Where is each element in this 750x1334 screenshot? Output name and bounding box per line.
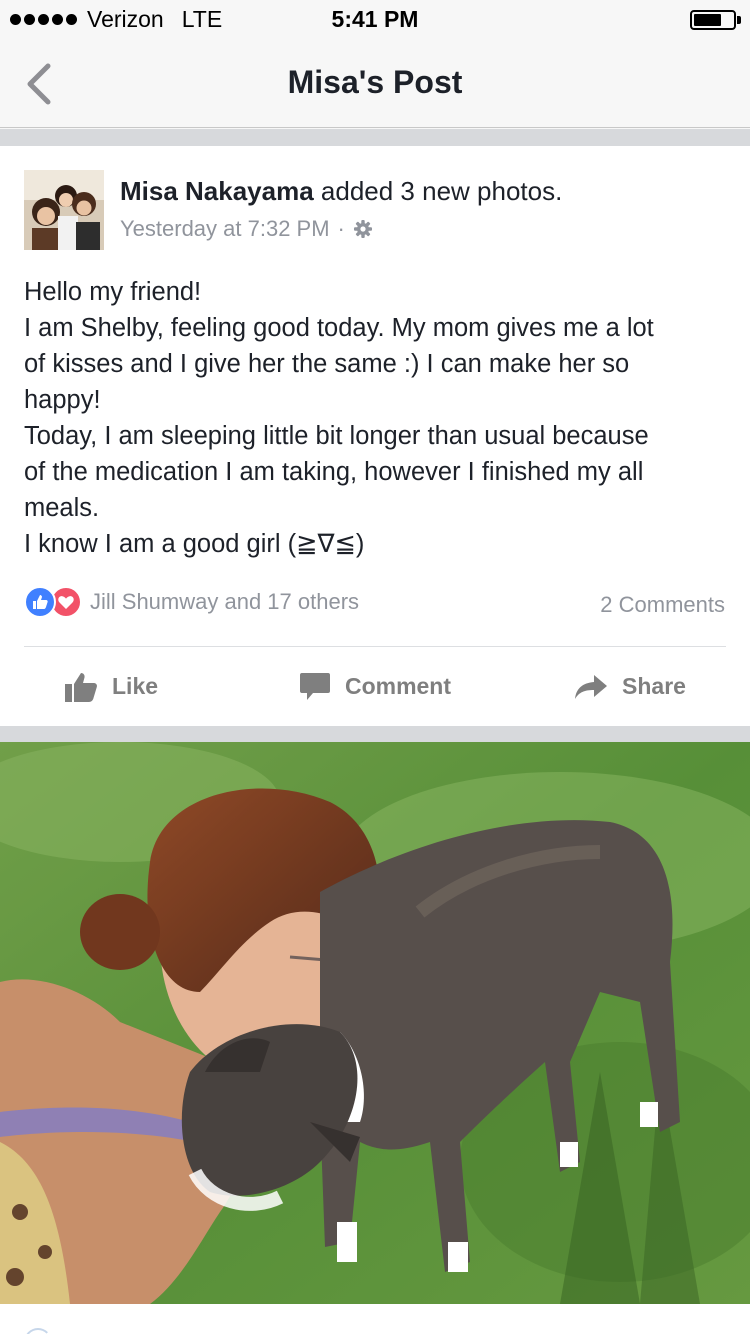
reactions-summary[interactable]: Jill Shumway and 17 others bbox=[24, 586, 359, 618]
post-body-line: happy! bbox=[24, 386, 101, 414]
post-photo[interactable] bbox=[0, 742, 750, 1304]
section-separator bbox=[0, 726, 750, 742]
reactions-text: Jill Shumway and 17 others bbox=[90, 589, 360, 614]
nav-bar: Misa's Post bbox=[0, 40, 750, 128]
post-body-line: meals. bbox=[24, 494, 100, 522]
like-button[interactable]: Like bbox=[0, 647, 271, 726]
post-body-line: I am Shelby, feeling good today. My mom … bbox=[24, 314, 654, 342]
author-name[interactable]: Misa Nakayama bbox=[120, 176, 314, 206]
avatar-placeholder-icon bbox=[24, 1328, 52, 1334]
post-timestamp[interactable]: Yesterday at 7:32 PM bbox=[120, 216, 330, 242]
avatar[interactable] bbox=[24, 170, 104, 250]
post-body: Hello my friend! I am Shelby, feeling go… bbox=[24, 274, 730, 562]
comment-button[interactable]: Comment bbox=[271, 647, 478, 726]
photo-image bbox=[0, 742, 750, 1304]
action-bar: Like Comment Share bbox=[0, 647, 750, 726]
post-body-line: of kisses and I give her the same :) I c… bbox=[24, 350, 630, 378]
status-time: 5:41 PM bbox=[331, 6, 419, 32]
share-arrow-icon bbox=[575, 674, 608, 699]
thumbs-up-icon bbox=[65, 672, 97, 702]
post-body-line: I know I am a good girl (≧∇≦) bbox=[24, 530, 365, 558]
comments-count[interactable]: 2 Comments bbox=[600, 592, 725, 618]
share-button[interactable]: Share bbox=[479, 647, 750, 726]
post-header: Misa Nakayama added 3 new photos. bbox=[120, 176, 562, 207]
meta-separator: · bbox=[337, 216, 345, 241]
section-separator bbox=[0, 129, 750, 146]
status-bar: Verizon LTE 5:41 PM bbox=[0, 0, 750, 40]
comment-label: Comment bbox=[344, 673, 452, 699]
post-body-line: Hello my friend! bbox=[24, 278, 202, 306]
next-post-strip bbox=[0, 1304, 750, 1334]
post-body-line: Today, I am sleeping little bit longer t… bbox=[24, 422, 649, 450]
post-card: Misa Nakayama added 3 new photos. Yester… bbox=[0, 146, 750, 726]
page-title: Misa's Post bbox=[287, 64, 463, 100]
battery-icon bbox=[690, 10, 736, 30]
post-meta: Yesterday at 7:32 PM · bbox=[120, 216, 373, 242]
like-reaction-icon bbox=[24, 586, 56, 618]
gear-icon bbox=[353, 220, 372, 238]
share-label: Share bbox=[622, 673, 686, 699]
battery-level bbox=[694, 14, 721, 26]
avatar-photo bbox=[24, 170, 104, 250]
post-action-text: added 3 new photos. bbox=[313, 176, 563, 206]
battery-tip bbox=[737, 16, 741, 24]
post-body-line: of the medication I am taking, however I… bbox=[24, 458, 644, 486]
comment-bubble-icon bbox=[299, 672, 330, 700]
like-label: Like bbox=[112, 673, 159, 699]
